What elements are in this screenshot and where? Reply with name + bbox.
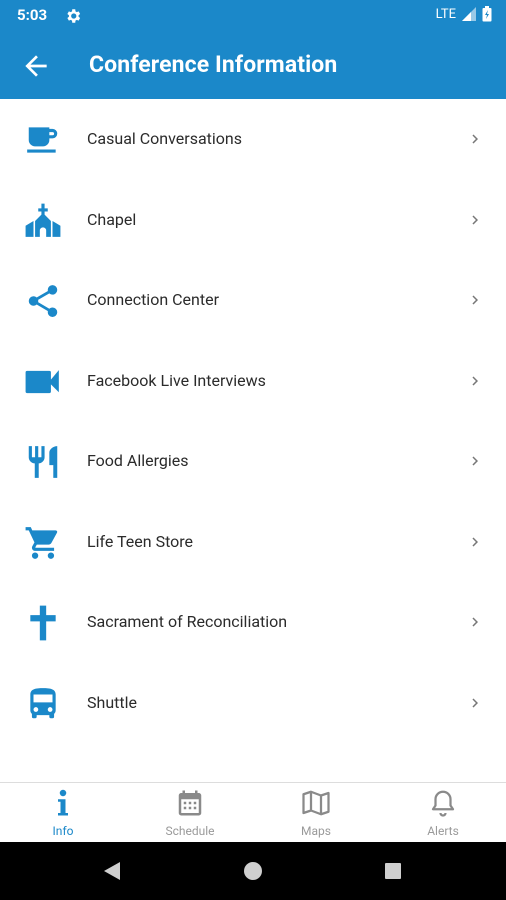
system-navigation-bar bbox=[0, 842, 506, 900]
map-icon bbox=[302, 790, 330, 816]
list-item-label: Sacrament of Reconciliation bbox=[87, 612, 288, 631]
chevron-right-icon bbox=[472, 537, 478, 546]
tab-schedule-label: Schedule bbox=[165, 824, 215, 838]
fork-knife-icon bbox=[28, 446, 58, 478]
coffee-cup-icon bbox=[27, 127, 58, 153]
tab-maps[interactable]: Maps bbox=[253, 783, 379, 843]
gear-icon bbox=[67, 9, 81, 23]
tab-schedule[interactable]: Schedule bbox=[127, 783, 253, 843]
list-item-label: Connection Center bbox=[87, 290, 219, 309]
tab-info[interactable]: Info bbox=[0, 783, 126, 843]
list-item-life-teen-store[interactable]: Life Teen Store bbox=[0, 502, 506, 583]
app-bar: Conference Information bbox=[0, 32, 506, 99]
calendar-icon bbox=[178, 790, 202, 816]
list-item-label: Facebook Live Interviews bbox=[87, 370, 266, 390]
page-title: Conference Information bbox=[89, 51, 338, 78]
share-icon bbox=[28, 285, 58, 317]
status-time: 5:03 bbox=[17, 6, 48, 24]
list-item-sacrament-of-reconciliation[interactable]: Sacrament of Reconciliation bbox=[0, 582, 506, 663]
chevron-right-icon bbox=[472, 295, 478, 305]
chevron-right-icon bbox=[472, 134, 478, 144]
chevron-right-icon bbox=[472, 456, 478, 466]
info-icon bbox=[58, 789, 68, 816]
bus-icon bbox=[30, 687, 56, 718]
tab-maps-label: Maps bbox=[301, 824, 331, 838]
status-bar: 5:03 LTE bbox=[0, 0, 506, 32]
chevron-right-icon bbox=[472, 617, 478, 627]
back-arrow-icon[interactable] bbox=[20, 50, 52, 82]
status-indicators: LTE bbox=[436, 6, 492, 22]
list-item-label: Shuttle bbox=[87, 692, 137, 712]
video-camera-icon bbox=[25, 369, 59, 393]
list-item-label: Chapel bbox=[87, 209, 137, 229]
cross-icon bbox=[30, 605, 56, 641]
list-item-label: Food Allergies bbox=[87, 451, 189, 470]
tab-alerts[interactable]: Alerts bbox=[380, 783, 506, 843]
list-item-chapel[interactable]: Chapel bbox=[0, 180, 506, 261]
list-item-food-allergies[interactable]: Food Allergies bbox=[0, 421, 506, 502]
tab-info-label: Info bbox=[52, 824, 74, 838]
list-item-shuttle[interactable]: Shuttle bbox=[0, 663, 506, 744]
battery-icon bbox=[482, 6, 492, 22]
chevron-right-icon bbox=[472, 698, 478, 707]
list-item-connection-center[interactable]: Connection Center bbox=[0, 260, 506, 341]
tab-alerts-label: Alerts bbox=[427, 824, 459, 838]
list-item-label: Casual Conversations bbox=[87, 129, 242, 148]
chevron-right-icon bbox=[472, 215, 478, 224]
chevron-right-icon bbox=[472, 376, 478, 385]
list-item-label: Life Teen Store bbox=[87, 531, 194, 551]
list-item-facebook-live-interviews[interactable]: Facebook Live Interviews bbox=[0, 341, 506, 422]
bell-icon bbox=[431, 790, 455, 817]
shopping-cart-icon bbox=[25, 526, 58, 559]
bottom-navigation: Info Schedule Maps Alerts bbox=[0, 782, 506, 843]
system-home-icon[interactable] bbox=[243, 861, 263, 881]
system-back-icon[interactable] bbox=[102, 861, 122, 881]
signal-icon bbox=[462, 7, 476, 21]
list-item-casual-conversations[interactable]: Casual Conversations bbox=[0, 99, 506, 180]
church-icon bbox=[25, 203, 61, 237]
network-type: LTE bbox=[435, 6, 456, 22]
system-recents-icon[interactable] bbox=[384, 862, 402, 880]
info-list: Casual Conversations Chapel Connection C… bbox=[0, 99, 506, 743]
